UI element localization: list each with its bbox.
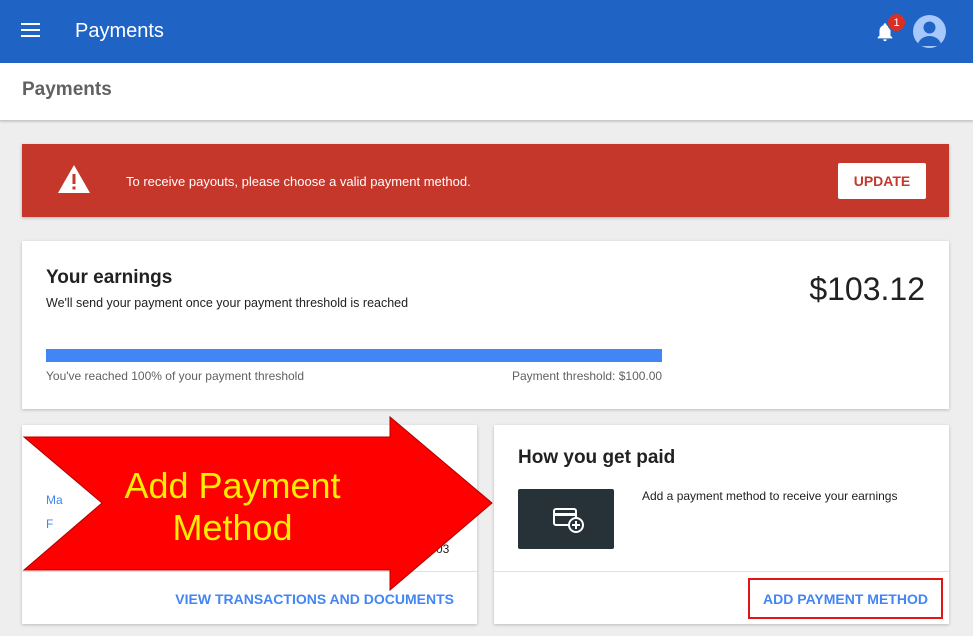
threshold-progress-fill bbox=[46, 349, 662, 362]
warning-icon bbox=[58, 165, 90, 193]
how-paid-description: Add a payment method to receive your ear… bbox=[642, 489, 898, 503]
notification-badge: 1 bbox=[887, 13, 906, 32]
progress-text: You've reached 100% of your payment thre… bbox=[46, 369, 305, 383]
annotation-line-2: Method bbox=[172, 507, 293, 548]
avatar-icon[interactable] bbox=[913, 15, 946, 48]
payment-alert-banner: To receive payouts, please choose a vali… bbox=[22, 144, 949, 217]
view-transactions-link[interactable]: VIEW TRANSACTIONS AND DOCUMENTS bbox=[175, 591, 454, 607]
payment-method-tile[interactable] bbox=[518, 489, 614, 549]
earnings-amount: $103.12 bbox=[809, 271, 925, 307]
annotation-line-1: Add Payment bbox=[124, 465, 341, 506]
threshold-progress-bar bbox=[46, 349, 662, 362]
page-title: Payments bbox=[22, 79, 112, 100]
divider bbox=[494, 571, 949, 572]
add-payment-method-button[interactable]: ADD PAYMENT METHOD bbox=[748, 578, 943, 619]
top-app-bar: Payments 1 bbox=[0, 0, 973, 63]
alert-message: To receive payouts, please choose a vali… bbox=[126, 174, 471, 189]
earnings-title: Your earnings bbox=[46, 267, 173, 288]
earnings-card: Your earnings We'll send your payment on… bbox=[22, 241, 949, 409]
how-paid-title: How you get paid bbox=[518, 447, 676, 468]
how-you-get-paid-card: How you get paid Add a payment method to… bbox=[494, 425, 949, 624]
menu-icon[interactable] bbox=[21, 23, 40, 39]
page-header: Payments bbox=[0, 63, 973, 121]
add-card-icon bbox=[553, 508, 584, 533]
app-title: Payments bbox=[75, 20, 164, 42]
earnings-subtitle: We'll send your payment once your paymen… bbox=[46, 296, 409, 310]
threshold-text: Payment threshold: $100.00 bbox=[512, 369, 663, 383]
update-button[interactable]: UPDATE bbox=[838, 163, 926, 199]
annotation-label: Add Payment Method bbox=[100, 465, 365, 549]
